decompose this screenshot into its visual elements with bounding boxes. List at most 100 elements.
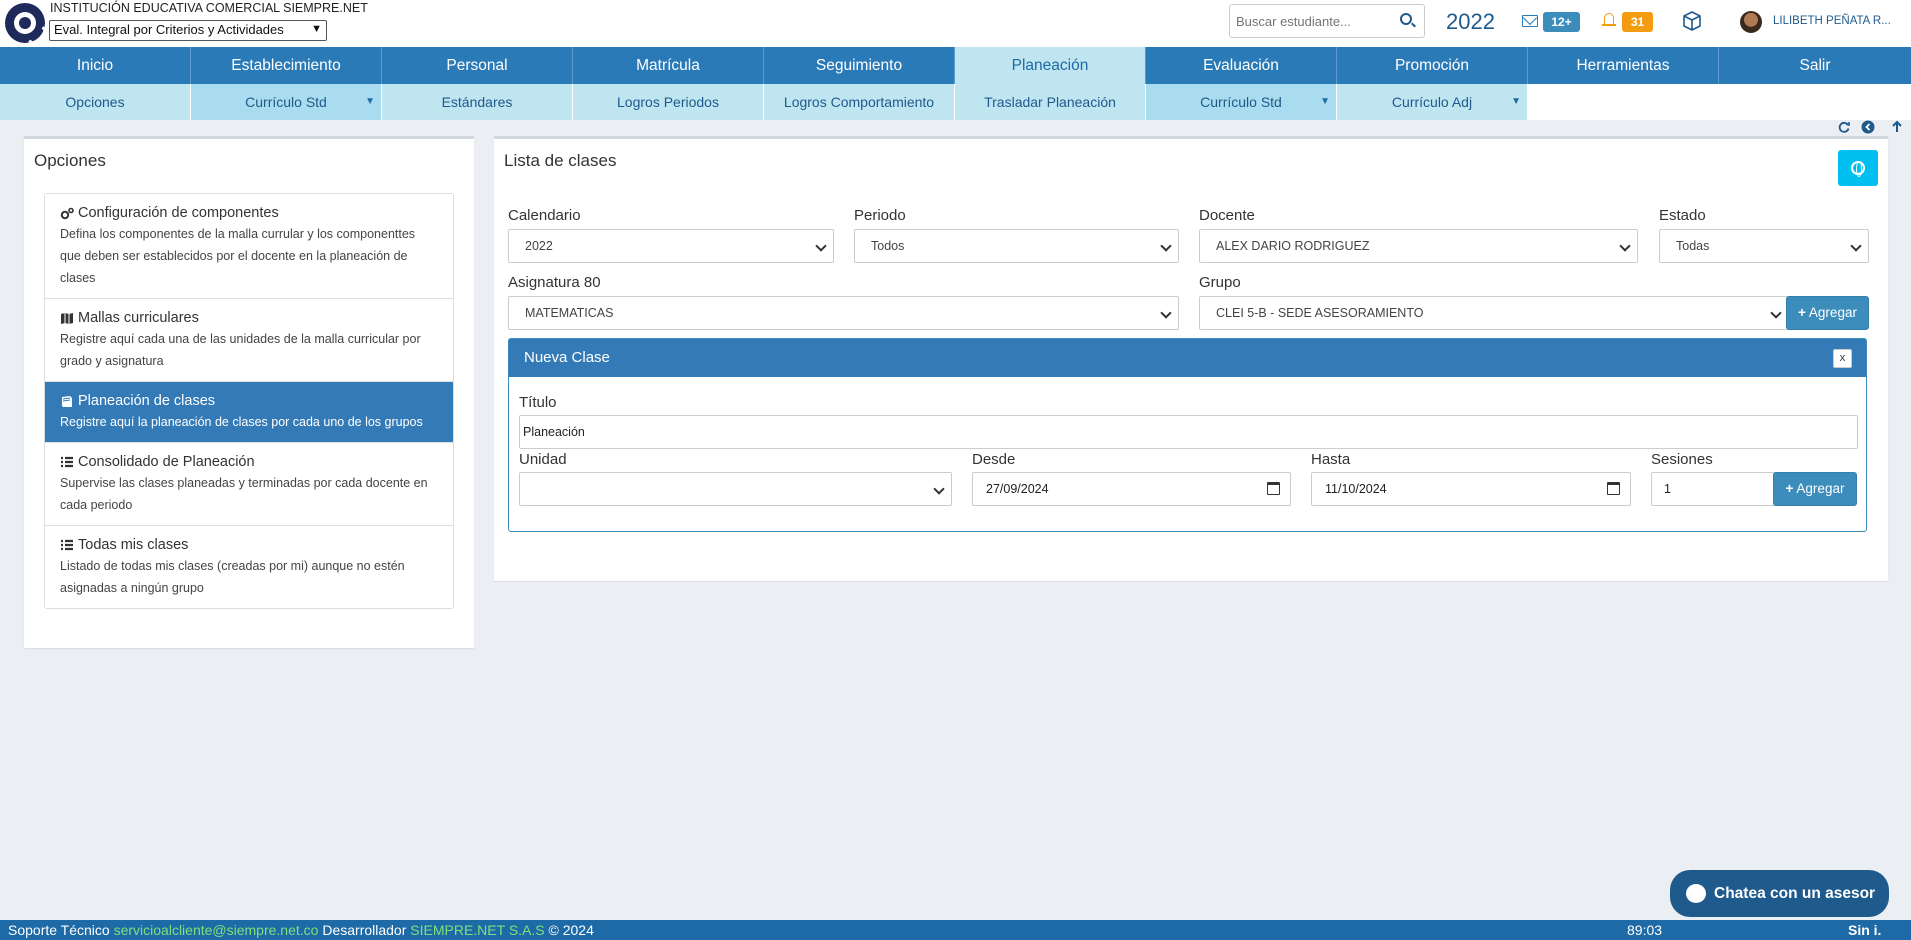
menu-personal[interactable]: Personal [382,47,573,84]
chevron-down-icon [1160,240,1172,252]
cube-icon[interactable] [1682,11,1702,31]
grupo-value: CLEI 5-B - SEDE ASESORAMIENTO [1216,306,1424,320]
student-search[interactable] [1229,4,1425,38]
evaluation-mode-value: Eval. Integral por Criterios y Actividad… [54,22,284,37]
menu-planeacion[interactable]: Planeación [955,47,1146,84]
chat-advisor-button[interactable]: Chatea con un asesor [1670,870,1889,917]
support-email-link[interactable]: servicioalcliente@siempre.net.co [114,922,319,938]
titulo-label: Título [519,394,557,411]
bell-icon[interactable] [1602,12,1616,28]
chevron-down-icon [1619,240,1631,252]
hasta-date-input[interactable]: 11/10/2024 [1311,472,1631,506]
submenu-label: Opciones [65,94,125,110]
submenu-opciones[interactable]: Opciones [0,84,191,120]
menu-seguimiento[interactable]: Seguimiento [764,47,955,84]
titulo-input[interactable]: Planeación [519,415,1858,449]
option-consolidado-planeacion[interactable]: Consolidado de Planeación Supervise las … [45,443,453,526]
calendar-icon[interactable] [1607,482,1620,495]
search-icon[interactable] [1400,13,1412,25]
option-configuracion-componentes[interactable]: Configuración de componentes Defina los … [45,194,453,299]
footer: Soporte Técnico servicioalcliente@siempr… [0,920,1911,940]
globe-button[interactable] [1838,150,1878,186]
option-title: Consolidado de Planeación [78,454,255,470]
calendar-icon[interactable] [1267,482,1280,495]
chat-bubble-icon [1686,884,1706,903]
menu-promocion[interactable]: Promoción [1337,47,1528,84]
chevron-down-icon [1850,240,1862,252]
caret-down-icon: ▼ [365,96,375,107]
plus-icon: + [1798,305,1806,320]
new-class-box: Nueva Clase x Título Planeación Unidad D… [508,338,1867,532]
menu-evaluacion[interactable]: Evaluación [1146,47,1337,84]
close-button[interactable]: x [1833,349,1852,368]
menu-herramientas[interactable]: Herramientas [1528,47,1719,84]
sesiones-input[interactable]: 1 [1651,472,1776,506]
estado-label: Estado [1659,207,1706,224]
institution-logo[interactable] [5,3,45,43]
option-planeacion-clases[interactable]: Planeación de clases Registre aquí la pl… [45,382,453,443]
submenu-spacer [1528,84,1911,120]
top-header: INSTITUCIÓN EDUCATIVA COMERCIAL SIEMPRE.… [0,0,1911,47]
desde-value: 27/09/2024 [986,482,1049,496]
unidad-select[interactable] [519,472,952,506]
add-group-button[interactable]: + Agregar [1786,296,1869,330]
avatar[interactable] [1740,11,1762,33]
back-icon[interactable] [1861,120,1875,134]
menu-inicio[interactable]: Inicio [0,47,191,84]
grupo-select[interactable]: CLEI 5-B - SEDE ASESORAMIENTO [1199,296,1789,330]
evaluation-mode-select[interactable]: Eval. Integral por Criterios y Actividad… [49,20,327,41]
asignatura-label: Asignatura 80 [508,274,601,291]
add-class-button[interactable]: + Agregar [1773,472,1857,506]
asignatura-select[interactable]: MATEMATICAS [508,296,1179,330]
notification-count-badge[interactable]: 31 [1622,12,1653,32]
current-year[interactable]: 2022 [1446,9,1495,35]
menu-matricula[interactable]: Matrícula [573,47,764,84]
grupo-label: Grupo [1199,274,1241,291]
mail-icon[interactable] [1522,15,1538,27]
periodo-select[interactable]: Todos [854,229,1179,263]
submenu-logros-periodos[interactable]: Logros Periodos [573,84,764,120]
option-description: Defina los componentes de la malla curru… [60,227,416,285]
docente-label: Docente [1199,207,1255,224]
chevron-down-icon [815,240,827,252]
sub-menu: Opciones Currículo Std ▼ Estándares Logro… [0,84,1911,120]
submenu-curriculo-adj[interactable]: Currículo Adj ▼ [1337,84,1528,120]
submenu-curriculo-std[interactable]: Currículo Std ▼ [191,84,382,120]
hasta-value: 11/10/2024 [1325,482,1387,496]
docente-select[interactable]: ALEX DARIO RODRIGUEZ [1199,229,1638,263]
submenu-logros-comportamiento[interactable]: Logros Comportamiento [764,84,955,120]
list-icon [61,456,73,467]
submenu-trasladar-planeacion[interactable]: Trasladar Planeación [955,84,1146,120]
calendario-select[interactable]: 2022 [508,229,834,263]
refresh-icon[interactable] [1837,120,1851,134]
developer-link[interactable]: SIEMPRE.NET S.A.S [410,922,544,938]
calendario-label: Calendario [508,207,581,224]
periodo-label: Periodo [854,207,906,224]
list-icon [61,539,73,550]
search-input[interactable] [1230,5,1390,37]
option-mallas-curriculares[interactable]: Mallas curriculares Registre aquí cada u… [45,299,453,382]
estado-select[interactable]: Todas [1659,229,1869,263]
new-class-title: Nueva Clase [524,349,610,366]
mail-count-badge[interactable]: 12+ [1543,12,1580,32]
chevron-down-icon [1160,307,1172,319]
option-todas-mis-clases[interactable]: Todas mis clases Listado de todas mis cl… [45,526,453,608]
plus-icon: + [1785,481,1794,496]
globe-icon [1851,161,1865,177]
submenu-estandares[interactable]: Estándares [382,84,573,120]
arrow-up-icon[interactable] [1890,120,1904,134]
submenu-curriculo-std-2[interactable]: Currículo Std ▼ [1146,84,1337,120]
user-name[interactable]: LILIBETH PEÑATA R... [1773,15,1891,27]
panel-title: Opciones [34,151,106,170]
desde-date-input[interactable]: 27/09/2024 [972,472,1291,506]
menu-salir[interactable]: Salir [1719,47,1911,84]
submenu-label: Currículo Std [1200,94,1282,110]
panel-title: Lista de clases [504,151,617,170]
option-description: Registre aquí la planeación de clases po… [60,415,423,429]
menu-establecimiento[interactable]: Establecimiento [191,47,382,84]
option-description: Listado de todas mis clases (creadas por… [60,559,405,595]
class-list-panel: Lista de clases Calendario 2022 Periodo … [494,136,1888,581]
button-label: Agregar [1796,481,1845,496]
copyright: © 2024 [548,922,594,938]
session-timer: 89:03 [1627,922,1663,938]
